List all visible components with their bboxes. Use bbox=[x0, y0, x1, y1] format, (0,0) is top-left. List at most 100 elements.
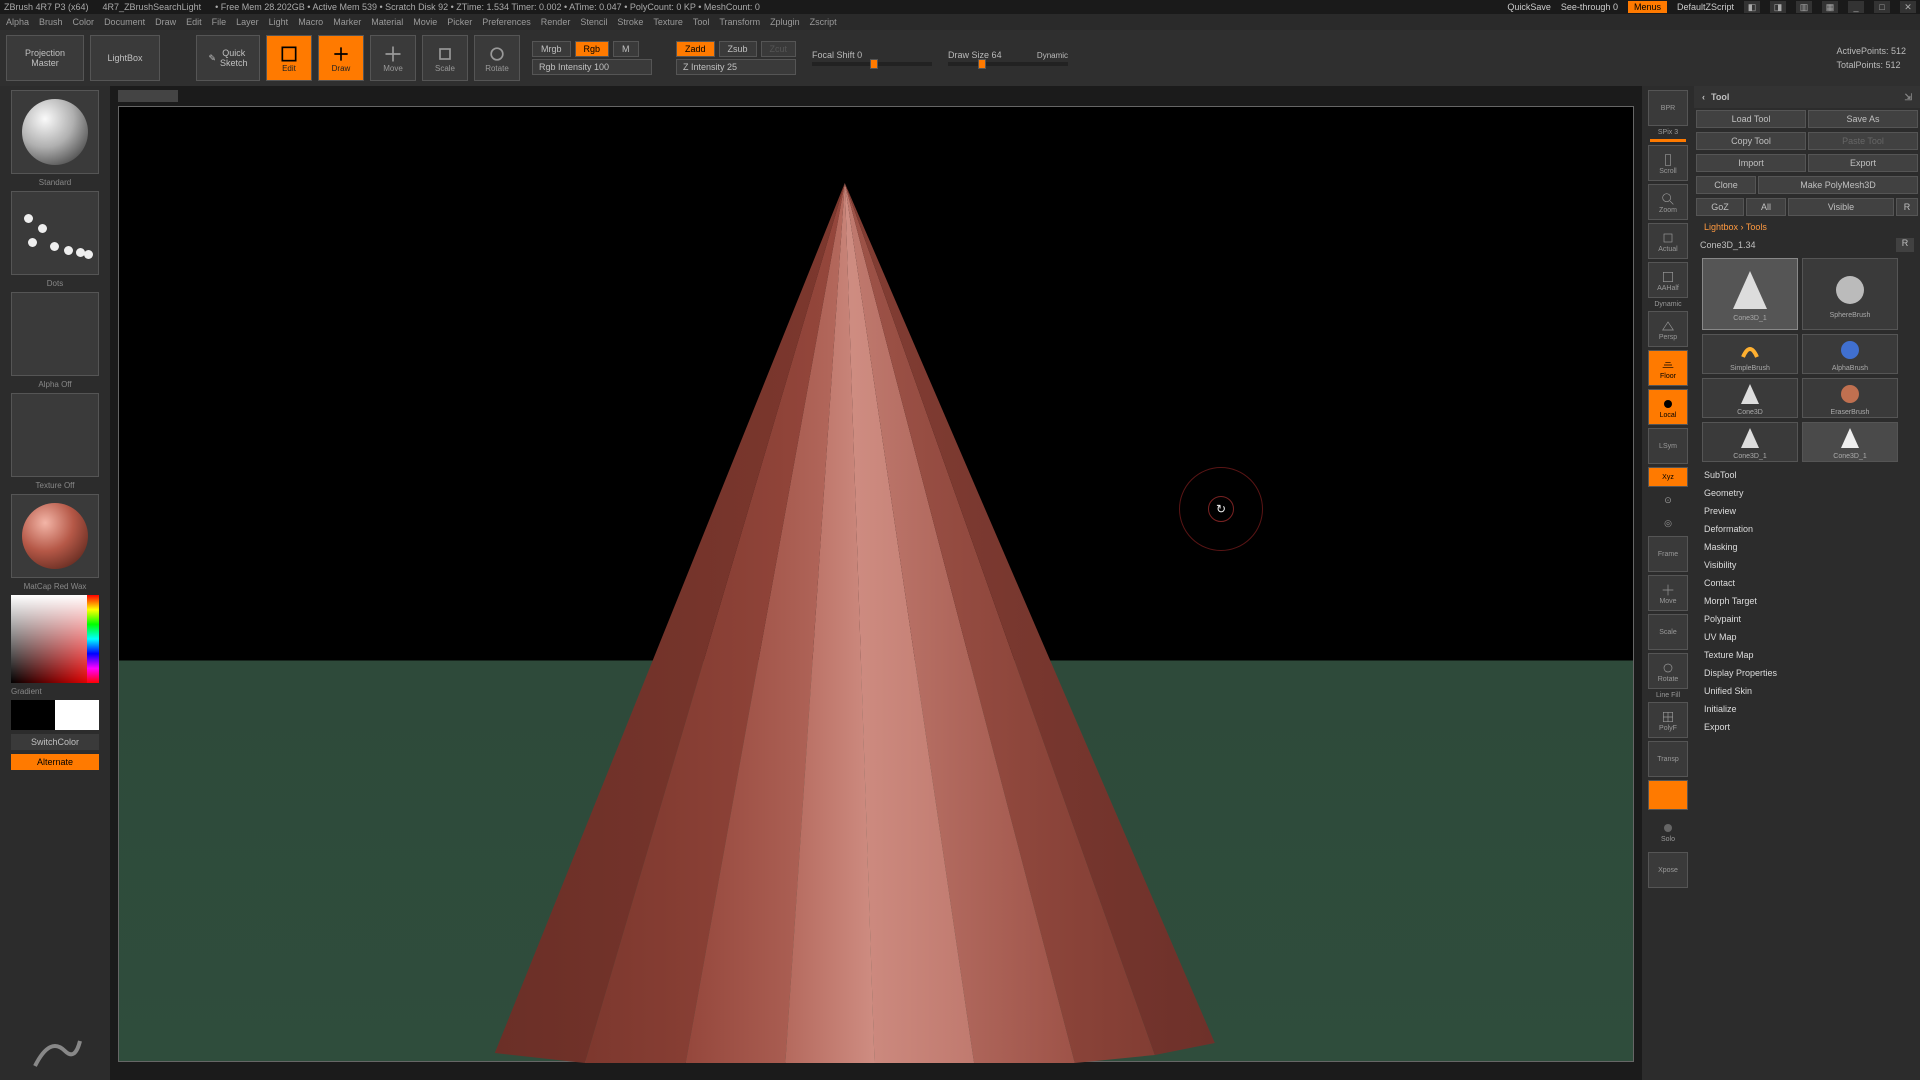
accord-visibility[interactable]: Visibility bbox=[1694, 556, 1920, 574]
floor-button[interactable]: Floor bbox=[1648, 350, 1688, 386]
lsym-button[interactable]: LSym bbox=[1648, 428, 1688, 464]
viewport[interactable]: ↻ bbox=[118, 106, 1634, 1062]
local-button[interactable]: Local bbox=[1648, 389, 1688, 425]
mrgb-button[interactable]: Mrgb bbox=[532, 41, 571, 57]
material-selector[interactable] bbox=[11, 494, 99, 578]
accord-texturemap[interactable]: Texture Map bbox=[1694, 646, 1920, 664]
menu-stencil[interactable]: Stencil bbox=[580, 17, 607, 27]
rotate-button[interactable]: Rotate bbox=[474, 35, 520, 81]
zsub-button[interactable]: Zsub bbox=[719, 41, 757, 57]
paste-tool-button[interactable]: Paste Tool bbox=[1808, 132, 1918, 150]
menu-edit[interactable]: Edit bbox=[186, 17, 202, 27]
menu-macro[interactable]: Macro bbox=[298, 17, 323, 27]
accord-morphtarget[interactable]: Morph Target bbox=[1694, 592, 1920, 610]
maximize-button[interactable]: □ bbox=[1874, 1, 1890, 13]
texture-selector[interactable] bbox=[11, 393, 99, 477]
accord-masking[interactable]: Masking bbox=[1694, 538, 1920, 556]
tool-eraserbrush[interactable]: EraserBrush bbox=[1802, 378, 1898, 418]
move-button[interactable]: Move bbox=[370, 35, 416, 81]
menu-file[interactable]: File bbox=[212, 17, 227, 27]
tool-cone3[interactable]: Cone3D_1 bbox=[1702, 422, 1798, 462]
close-button[interactable]: ✕ bbox=[1900, 1, 1916, 13]
frame-button[interactable]: Frame bbox=[1648, 536, 1688, 572]
make-polymesh-button[interactable]: Make PolyMesh3D bbox=[1758, 176, 1918, 194]
menu-layer[interactable]: Layer bbox=[236, 17, 259, 27]
lightbox-button[interactable]: LightBox bbox=[90, 35, 160, 81]
accord-initialize[interactable]: Initialize bbox=[1694, 700, 1920, 718]
transp-button[interactable]: Transp bbox=[1648, 741, 1688, 777]
actual-button[interactable]: Actual bbox=[1648, 223, 1688, 259]
m-button[interactable]: M bbox=[613, 41, 639, 57]
ghost-button[interactable] bbox=[1648, 780, 1688, 810]
menu-render[interactable]: Render bbox=[541, 17, 571, 27]
bpr-button[interactable]: BPR bbox=[1648, 90, 1688, 126]
default-script[interactable]: DefaultZScript bbox=[1677, 2, 1734, 12]
menu-alpha[interactable]: Alpha bbox=[6, 17, 29, 27]
menu-draw[interactable]: Draw bbox=[155, 17, 176, 27]
menu-zscript[interactable]: Zscript bbox=[810, 17, 837, 27]
menu-transform[interactable]: Transform bbox=[719, 17, 760, 27]
menu-zplugin[interactable]: Zplugin bbox=[770, 17, 800, 27]
accord-deformation[interactable]: Deformation bbox=[1694, 520, 1920, 538]
tray-icon[interactable]: ◧ bbox=[1744, 1, 1760, 13]
menu-texture[interactable]: Texture bbox=[653, 17, 683, 27]
projection-master-button[interactable]: Projection Master bbox=[6, 35, 84, 81]
export-button[interactable]: Export bbox=[1808, 154, 1918, 172]
polyf-button[interactable]: PolyF bbox=[1648, 702, 1688, 738]
color-swatches[interactable] bbox=[11, 700, 99, 730]
quicksave-button[interactable]: QuickSave bbox=[1507, 2, 1551, 12]
viewmove-button[interactable]: Move bbox=[1648, 575, 1688, 611]
accord-geometry[interactable]: Geometry bbox=[1694, 484, 1920, 502]
accord-export[interactable]: Export bbox=[1694, 718, 1920, 736]
rgb-button[interactable]: Rgb bbox=[575, 41, 610, 57]
alpha-selector[interactable] bbox=[11, 292, 99, 376]
draw-button[interactable]: Draw bbox=[318, 35, 364, 81]
goz-button[interactable]: GoZ bbox=[1696, 198, 1744, 216]
minimize-button[interactable]: _ bbox=[1848, 1, 1864, 13]
viewrotate-button[interactable]: Rotate bbox=[1648, 653, 1688, 689]
switchcolor-button[interactable]: SwitchColor bbox=[11, 734, 99, 750]
accord-uvmap[interactable]: UV Map bbox=[1694, 628, 1920, 646]
accord-contact[interactable]: Contact bbox=[1694, 574, 1920, 592]
menu-document[interactable]: Document bbox=[104, 17, 145, 27]
draw-size-slider[interactable]: Draw Size 64Dynamic bbox=[948, 50, 1068, 66]
alternate-button[interactable]: Alternate bbox=[11, 754, 99, 770]
menu-color[interactable]: Color bbox=[73, 17, 95, 27]
menus-button[interactable]: Menus bbox=[1628, 1, 1667, 13]
seethrough-slider[interactable]: See-through 0 bbox=[1561, 2, 1618, 12]
gradient-button[interactable]: Gradient bbox=[11, 687, 99, 696]
tool-r-button[interactable]: R bbox=[1896, 238, 1914, 252]
brush-selector[interactable] bbox=[11, 90, 99, 174]
tray-icon3[interactable]: ▥ bbox=[1796, 1, 1812, 13]
clone-button[interactable]: Clone bbox=[1696, 176, 1756, 194]
color-picker[interactable] bbox=[11, 595, 99, 683]
menu-preferences[interactable]: Preferences bbox=[482, 17, 531, 27]
zadd-button[interactable]: Zadd bbox=[676, 41, 715, 57]
xyz-button[interactable]: Xyz bbox=[1648, 467, 1688, 487]
dock-icon[interactable]: ⇲ bbox=[1904, 92, 1912, 103]
accord-unifiedskin[interactable]: Unified Skin bbox=[1694, 682, 1920, 700]
solo-button[interactable]: Solo bbox=[1648, 813, 1688, 849]
tool-cone[interactable]: Cone3D_1 bbox=[1702, 258, 1798, 330]
stroke-selector[interactable] bbox=[11, 191, 99, 275]
menu-tool[interactable]: Tool bbox=[693, 17, 710, 27]
menu-marker[interactable]: Marker bbox=[333, 17, 361, 27]
center-icon[interactable]: ⊙ bbox=[1648, 490, 1688, 510]
lightbox-tools-link[interactable]: Lightbox › Tools bbox=[1694, 218, 1920, 236]
persp-button[interactable]: Persp bbox=[1648, 311, 1688, 347]
aahalf-button[interactable]: AAHalf bbox=[1648, 262, 1688, 298]
tray-icon2[interactable]: ◨ bbox=[1770, 1, 1786, 13]
zoom-button[interactable]: Zoom bbox=[1648, 184, 1688, 220]
scroll-button[interactable]: Scroll bbox=[1648, 145, 1688, 181]
zcut-button[interactable]: Zcut bbox=[761, 41, 797, 57]
tool-cone3b[interactable]: Cone3D_1 bbox=[1802, 422, 1898, 462]
target-icon[interactable]: ◎ bbox=[1648, 513, 1688, 533]
scale-button[interactable]: Scale bbox=[422, 35, 468, 81]
import-button[interactable]: Import bbox=[1696, 154, 1806, 172]
edit-button[interactable]: Edit bbox=[266, 35, 312, 81]
tray-icon4[interactable]: ▦ bbox=[1822, 1, 1838, 13]
goz-all-button[interactable]: All bbox=[1746, 198, 1786, 216]
viewscale-button[interactable]: Scale bbox=[1648, 614, 1688, 650]
tool-spherebrush[interactable]: SphereBrush bbox=[1802, 258, 1898, 330]
tool-cone2[interactable]: Cone3D bbox=[1702, 378, 1798, 418]
